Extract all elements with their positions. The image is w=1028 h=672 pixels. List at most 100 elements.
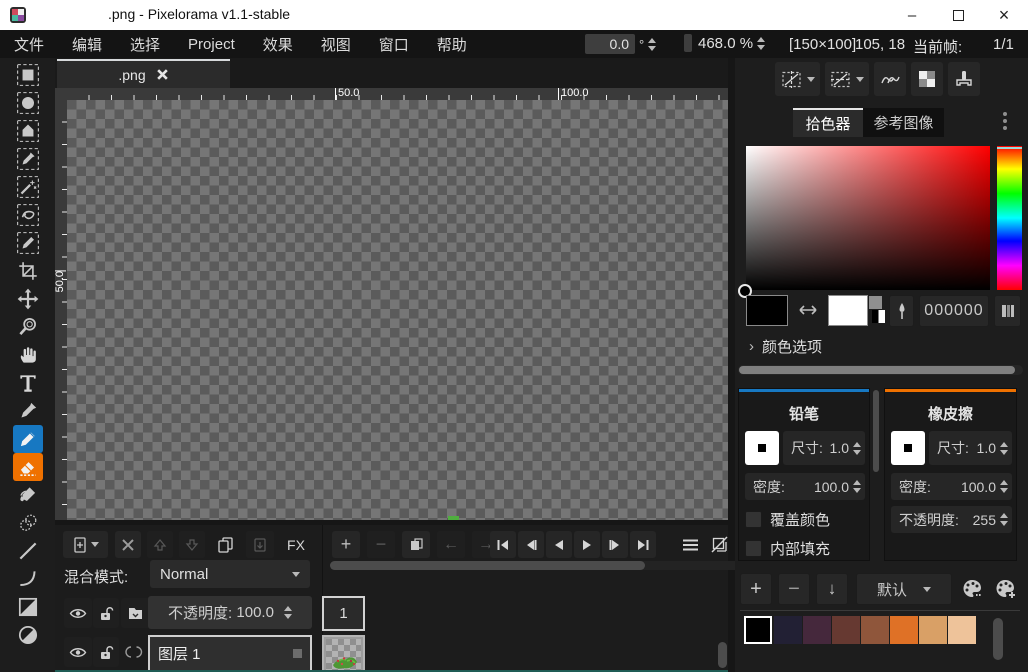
- zoom-spinbox[interactable]: 468.0 %: [684, 34, 765, 52]
- tool-magic-wand[interactable]: [13, 173, 43, 201]
- eraser-opacity-spinbox[interactable]: 不透明度: 255: [891, 506, 1012, 533]
- tool-shading[interactable]: [13, 509, 43, 537]
- right-color-swatch[interactable]: [828, 295, 868, 326]
- tool-color-select[interactable]: [13, 145, 43, 173]
- next-frame-button[interactable]: [602, 531, 628, 558]
- play-button[interactable]: [574, 531, 600, 558]
- add-palette-color-button[interactable]: +: [740, 573, 772, 605]
- layer-visibility-button[interactable]: [64, 637, 92, 667]
- eraser-size-spinbox[interactable]: 尺寸: 1.0: [929, 431, 1012, 465]
- palette-swatch-2[interactable]: [803, 616, 831, 644]
- left-color-swatch[interactable]: [746, 295, 788, 326]
- tab-color-picker[interactable]: 拾色器: [793, 108, 863, 137]
- vertical-ruler[interactable]: 50.0: [55, 100, 67, 520]
- tool-color-picker[interactable]: [13, 397, 43, 425]
- tool-polygon-select[interactable]: [13, 117, 43, 145]
- layer-fx-button[interactable]: FX: [281, 531, 311, 558]
- palette-swatch-5[interactable]: [890, 616, 918, 644]
- move-layer-down-button[interactable]: [179, 531, 205, 558]
- rotation-spinbox[interactable]: 0.0 °: [585, 34, 656, 54]
- menu-view[interactable]: 视图: [307, 30, 365, 58]
- eraser-density-spinbox[interactable]: 密度: 100.0: [891, 473, 1012, 500]
- pixel-perfect-button[interactable]: [874, 62, 906, 96]
- tool-zoom[interactable]: [13, 313, 43, 341]
- go-last-frame-button[interactable]: [630, 531, 656, 558]
- color-options-expander[interactable]: › 颜色选项: [749, 336, 822, 357]
- palette-swatch-4[interactable]: [861, 616, 889, 644]
- overwrite-color-checkbox[interactable]: 覆盖颜色: [745, 509, 830, 530]
- tool-rectangle-select[interactable]: [13, 61, 43, 89]
- clone-frame-button[interactable]: [402, 531, 430, 558]
- menu-help[interactable]: 帮助: [423, 30, 481, 58]
- merge-down-button[interactable]: [246, 531, 274, 558]
- vertical-mirror-button[interactable]: [825, 62, 869, 96]
- pencil-density-spinbox[interactable]: 密度: 100.0: [745, 473, 865, 500]
- new-palette-button[interactable]: [991, 573, 1021, 605]
- color-sliders-mode-button[interactable]: [994, 295, 1021, 327]
- pencil-brush-button[interactable]: [745, 431, 779, 465]
- previous-frame-button[interactable]: [518, 531, 544, 558]
- palette-v-scrollbar[interactable]: [993, 618, 1003, 660]
- tool-paint-select[interactable]: [13, 229, 43, 257]
- zoom-spinner-icon[interactable]: [757, 37, 765, 50]
- tool-lasso[interactable]: [13, 201, 43, 229]
- global-visibility-button[interactable]: [64, 598, 92, 628]
- tool-pencil[interactable]: [13, 425, 43, 453]
- tool-bucket[interactable]: [13, 481, 43, 509]
- cel-thumbnail[interactable]: [322, 635, 365, 672]
- timeline-settings-button[interactable]: [676, 531, 704, 558]
- menu-effects[interactable]: 效果: [249, 30, 307, 58]
- layer-lock-button[interactable]: [93, 637, 119, 667]
- panel-menu-icon[interactable]: [1003, 112, 1007, 130]
- clone-layer-button[interactable]: [212, 531, 240, 558]
- tool-pan[interactable]: [13, 341, 43, 369]
- transparency-button[interactable]: [911, 62, 943, 96]
- layer-name-field[interactable]: 图层 1: [148, 635, 312, 672]
- delete-layer-button[interactable]: [115, 531, 141, 558]
- menu-file[interactable]: 文件: [0, 30, 58, 58]
- remove-palette-color-button[interactable]: −: [778, 573, 810, 605]
- drawing-canvas[interactable]: [67, 100, 728, 520]
- menu-edit[interactable]: 编辑: [58, 30, 116, 58]
- hue-cursor[interactable]: [997, 147, 1022, 149]
- palette-select-dropdown[interactable]: 默认: [856, 573, 952, 605]
- maximize-button[interactable]: [936, 0, 980, 30]
- tab-reference-image[interactable]: 参考图像: [863, 108, 944, 137]
- blend-mode-dropdown[interactable]: Normal: [150, 560, 310, 588]
- pencil-size-spinbox[interactable]: 尺寸: 1.0: [783, 431, 865, 465]
- close-button[interactable]: ×: [982, 0, 1026, 30]
- tool-curve[interactable]: [13, 565, 43, 593]
- sort-palette-button[interactable]: ↓: [816, 573, 848, 605]
- tool-ellipse[interactable]: [13, 621, 43, 649]
- hue-slider[interactable]: [997, 146, 1022, 290]
- tool-move[interactable]: [13, 285, 43, 313]
- swap-colors-icon[interactable]: [795, 303, 821, 317]
- tool-line[interactable]: [13, 537, 43, 565]
- frame-1-header[interactable]: 1: [322, 596, 365, 631]
- pencil-card-scrollbar[interactable]: [873, 390, 879, 472]
- screen-color-picker-button[interactable]: [889, 295, 914, 327]
- hex-color-field[interactable]: 000000: [919, 295, 989, 327]
- picker-h-scrollbar[interactable]: [738, 365, 1023, 375]
- menu-select[interactable]: 选择: [116, 30, 174, 58]
- tool-eraser[interactable]: [13, 453, 43, 481]
- layer-link-cels-button[interactable]: [121, 637, 147, 667]
- black-white-reset-icon[interactable]: [872, 310, 885, 323]
- timeline-h-scrollbar[interactable]: [330, 561, 785, 570]
- minimize-button[interactable]: –: [890, 0, 934, 30]
- tab-png[interactable]: .png: [57, 59, 230, 88]
- horizontal-mirror-button[interactable]: [775, 62, 820, 96]
- tool-text[interactable]: [13, 369, 43, 397]
- palette-swatch-6[interactable]: [919, 616, 947, 644]
- layer-opacity-spinbox[interactable]: 不透明度: 100.0: [148, 596, 312, 629]
- default-colors-icon[interactable]: [869, 296, 882, 309]
- add-layer-button[interactable]: [63, 531, 108, 558]
- menu-project[interactable]: Project: [174, 30, 249, 58]
- rotation-spinner-icon[interactable]: [648, 38, 656, 51]
- remove-frame-button[interactable]: −: [367, 531, 395, 558]
- add-frame-button[interactable]: +: [332, 531, 360, 558]
- menu-window[interactable]: 窗口: [365, 30, 423, 58]
- go-first-frame-button[interactable]: [490, 531, 516, 558]
- play-backwards-button[interactable]: [546, 531, 572, 558]
- onion-skinning-button[interactable]: [705, 531, 733, 558]
